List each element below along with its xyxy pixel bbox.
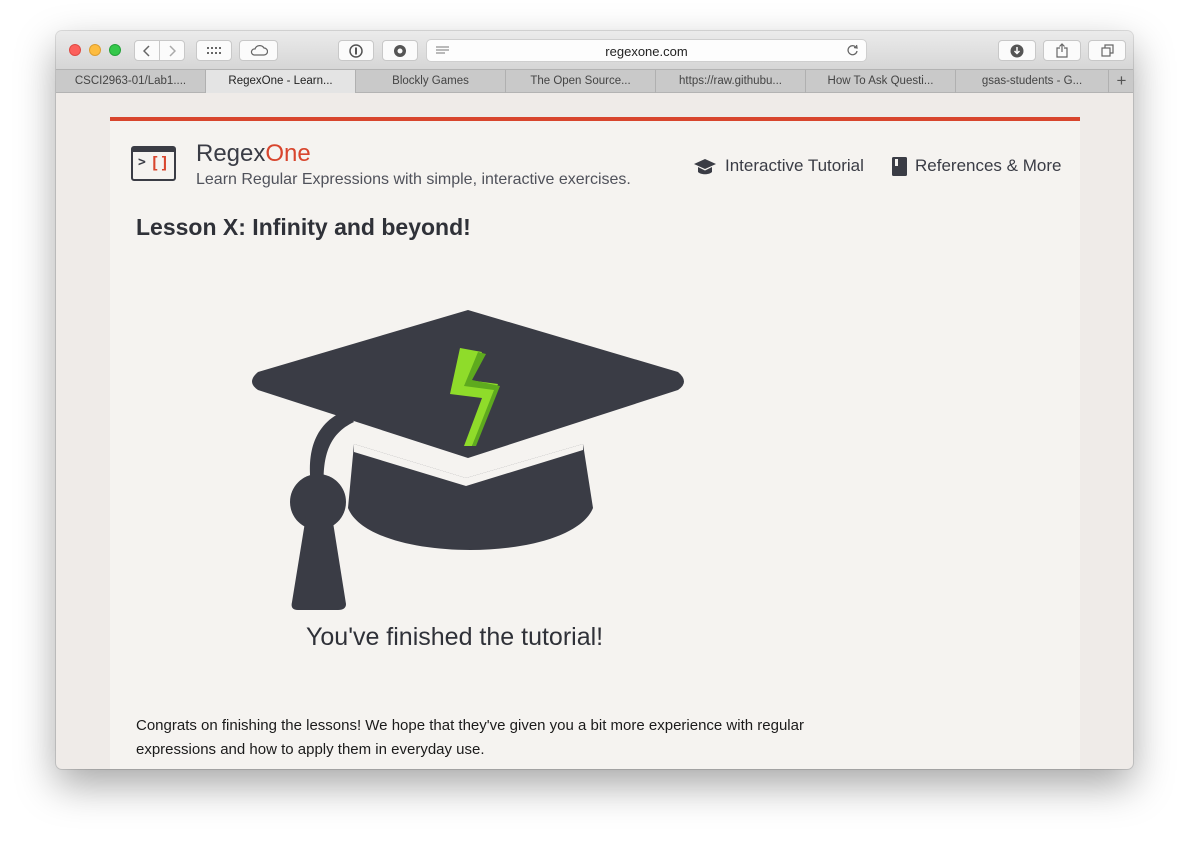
cloud-icon <box>250 45 268 56</box>
lesson-title: Lesson X: Infinity and beyond! <box>136 214 471 240</box>
tab-gsas-students[interactable]: gsas-students - G... <box>956 70 1109 93</box>
share-button[interactable] <box>1043 40 1081 61</box>
finished-message: You've finished the tutorial! <box>306 623 604 651</box>
share-icon <box>1056 43 1068 58</box>
content-card: > [] RegexOne Learn Regular Expressions … <box>110 117 1080 769</box>
grid-icon <box>207 46 221 54</box>
show-tabs-button[interactable] <box>1088 40 1126 61</box>
top-sites-button[interactable] <box>196 40 232 61</box>
password-button[interactable] <box>338 40 374 61</box>
tabs-overview-icon <box>1100 44 1114 57</box>
nav-references[interactable]: References & More <box>892 156 1061 176</box>
forward-button[interactable] <box>159 40 185 61</box>
shield-icon <box>394 44 406 57</box>
zoom-window-button[interactable] <box>109 44 121 56</box>
icloud-tabs-button[interactable] <box>239 40 278 61</box>
minimize-window-button[interactable] <box>89 44 101 56</box>
brand-one: One <box>265 140 311 167</box>
password-icon <box>349 43 363 58</box>
reload-icon[interactable] <box>846 44 859 57</box>
back-button[interactable] <box>134 40 160 61</box>
extension-button[interactable] <box>382 40 418 61</box>
tab-raw-github[interactable]: https://raw.githubu... <box>656 70 806 93</box>
nav-interactive-tutorial[interactable]: Interactive Tutorial <box>693 156 864 176</box>
graduation-cap-icon <box>694 158 716 174</box>
address-bar[interactable]: regexone.com <box>426 39 867 62</box>
nav-tutorial-label: Interactive Tutorial <box>725 156 864 175</box>
tab-blockly-games[interactable]: Blockly Games <box>356 70 506 93</box>
chevron-right-icon <box>169 44 176 57</box>
chevron-left-icon <box>143 44 150 57</box>
tab-regexone[interactable]: RegexOne - Learn... <box>206 70 356 93</box>
graduation-cap-illustration-icon <box>252 310 684 610</box>
downloads-button[interactable] <box>998 40 1036 61</box>
site-tagline: Learn Regular Expressions with simple, i… <box>196 171 631 188</box>
book-icon <box>892 156 907 176</box>
tab-open-source[interactable]: The Open Source... <box>506 70 656 93</box>
brand-regex: Regex <box>196 140 266 167</box>
browser-toolbar: regexone.com <box>56 31 1133 69</box>
congrats-paragraph: Congrats on finishing the lessons! We ho… <box>136 717 804 758</box>
nav-references-label: References & More <box>915 156 1062 175</box>
browser-window: regexone.com CSCI2963-01/Lab1.... RegexO… <box>56 31 1133 769</box>
tab-how-to-ask[interactable]: How To Ask Questi... <box>806 70 956 93</box>
new-tab-button[interactable]: + <box>1110 70 1133 93</box>
tab-bar: CSCI2963-01/Lab1.... RegexOne - Learn...… <box>56 69 1133 93</box>
regexone-logo-icon[interactable]: > [] <box>131 146 176 181</box>
close-window-button[interactable] <box>69 44 81 56</box>
download-icon <box>1010 44 1024 57</box>
site-brand[interactable]: RegexOne <box>196 140 311 168</box>
url-text: regexone.com <box>605 44 688 59</box>
tab-csci2963[interactable]: CSCI2963-01/Lab1.... <box>56 70 206 93</box>
